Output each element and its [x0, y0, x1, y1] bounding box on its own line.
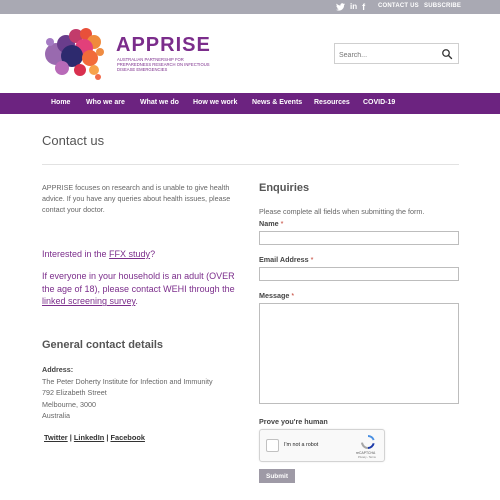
nav-item-how-we-work[interactable]: How we work [193, 99, 237, 106]
title-divider [42, 164, 459, 165]
social-links: Twitter | LinkedIn | Facebook [44, 433, 145, 442]
linkedin-link[interactable]: LinkedIn [74, 433, 104, 442]
search-input[interactable] [339, 46, 439, 65]
facebook-icon[interactable]: f [362, 2, 365, 12]
address-block: Address: The Peter Doherty Institute for… [42, 364, 213, 422]
ffx-suffix: ? [150, 249, 156, 259]
twitter-link[interactable]: Twitter [44, 433, 68, 442]
required-mark: * [291, 291, 295, 300]
prove-human-label: Prove you're human [259, 417, 328, 426]
recaptcha-icon [361, 434, 375, 450]
email-label: Email Address * [259, 255, 313, 264]
recaptcha-label: I'm not a robot [284, 442, 319, 448]
email-label-text: Email Address [259, 255, 309, 264]
ffx-study-prompt: Interested in the FFX study? [42, 249, 155, 259]
screening-suffix: . [135, 296, 138, 307]
screening-prompt: If everyone in your household is an adul… [42, 270, 247, 308]
address-line: Melbourne, 3000 [42, 399, 96, 409]
social-icons: in f [336, 2, 365, 12]
brand-tagline: Australian Partnership for Preparedness … [117, 57, 210, 72]
apprise-logo-icon[interactable] [42, 24, 108, 82]
nav-item-who-we-are[interactable]: Who we are [86, 99, 125, 106]
top-utility-bar: in f CONTACT US SUBSCRIBE [0, 0, 500, 14]
name-field[interactable] [259, 231, 459, 245]
address-line: The Peter Doherty Institute for Infectio… [42, 376, 213, 386]
required-mark: * [310, 255, 314, 264]
nav-item-home[interactable]: Home [51, 99, 70, 106]
search-box [334, 43, 459, 65]
name-label-text: Name [259, 219, 279, 228]
nav-item-resources[interactable]: Resources [314, 99, 350, 106]
search-icon[interactable] [441, 48, 453, 60]
message-label: Message * [259, 291, 294, 300]
page-title: Contact us [42, 133, 105, 148]
recaptcha-widget: I'm not a robot reCAPTCHA Privacy - Term… [259, 429, 385, 462]
submit-button[interactable]: Submit [259, 469, 295, 483]
linkedin-icon[interactable]: in [350, 2, 357, 12]
main-navigation: Home Who we are What we do How we work N… [0, 93, 500, 114]
screening-survey-link[interactable]: linked screening survey [42, 296, 135, 306]
enquiries-heading: Enquiries [259, 182, 310, 194]
address-label: Address: [42, 365, 74, 374]
twitter-icon[interactable] [336, 3, 345, 11]
recaptcha-brand: reCAPTCHA [356, 451, 376, 455]
address-line: 792 Elizabeth Street [42, 388, 107, 398]
nav-item-covid-19[interactable]: COVID-19 [363, 99, 395, 106]
recaptcha-checkbox[interactable] [266, 439, 279, 452]
message-label-text: Message [259, 291, 290, 300]
nav-item-news-events[interactable]: News & Events [252, 99, 302, 106]
subscribe-link[interactable]: SUBSCRIBE [424, 3, 461, 9]
facebook-link[interactable]: Facebook [110, 433, 145, 442]
nav-item-what-we-do[interactable]: What we do [140, 99, 179, 106]
form-note: Please complete all fields when submitti… [259, 207, 425, 216]
required-mark: * [280, 219, 284, 228]
message-field[interactable] [259, 303, 459, 404]
general-contact-heading: General contact details [42, 339, 164, 351]
address-line: Australia [42, 411, 70, 421]
name-label: Name * [259, 219, 283, 228]
contact-us-link[interactable]: CONTACT US [378, 3, 419, 9]
screening-text: If everyone in your household is an adul… [42, 271, 235, 294]
recaptcha-terms[interactable]: Privacy - Terms [358, 456, 376, 459]
ffx-prefix: Interested in the [42, 249, 110, 259]
email-field[interactable] [259, 267, 459, 281]
ffx-study-link[interactable]: FFX study [109, 249, 150, 259]
intro-text: APPRISE focuses on research and is unabl… [42, 183, 231, 215]
brand-name[interactable]: APPRISE [116, 35, 211, 55]
